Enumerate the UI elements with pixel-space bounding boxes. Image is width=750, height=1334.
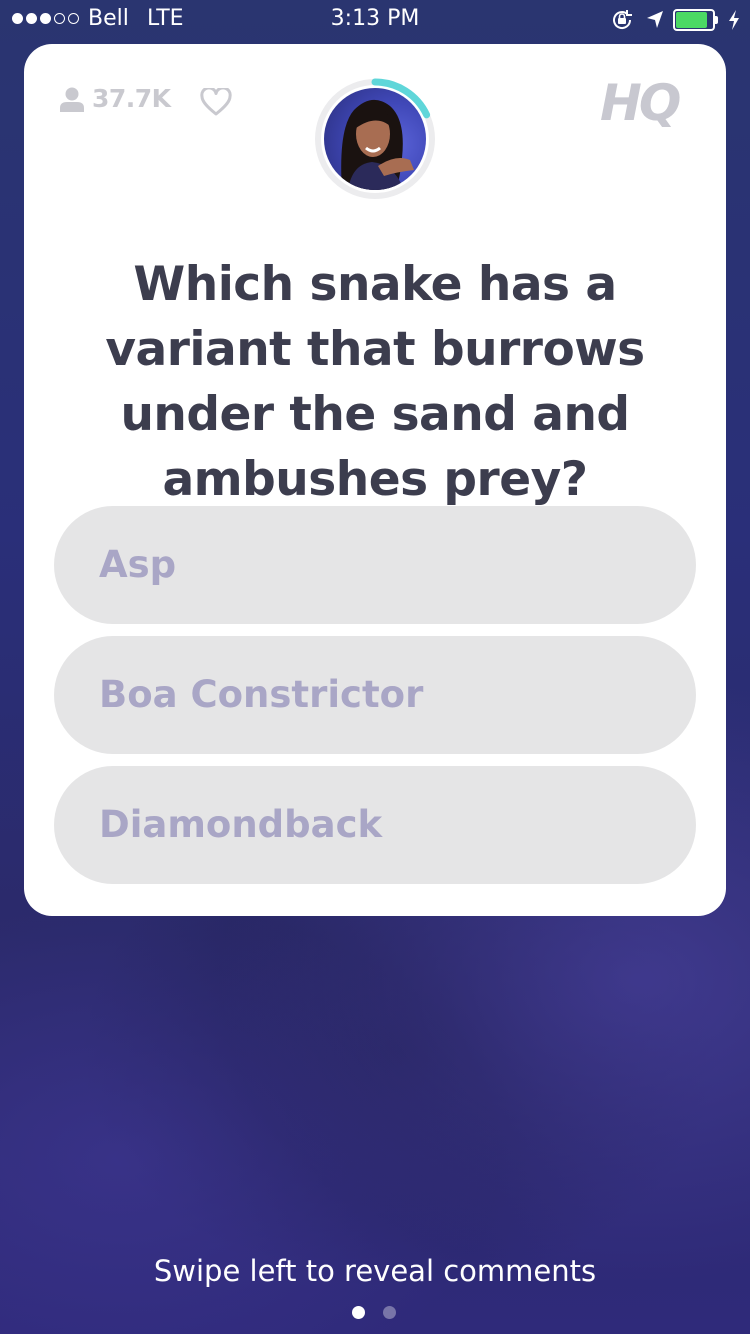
viewer-count-badge: 37.7K bbox=[60, 84, 171, 113]
status-time: 3:13 PM bbox=[330, 6, 420, 31]
person-icon bbox=[60, 87, 84, 112]
location-arrow-icon bbox=[647, 11, 663, 28]
question-card: 37.7K HQ Which snake has a variant that … bbox=[24, 44, 726, 916]
hq-logo: HQ bbox=[600, 74, 681, 132]
battery-icon bbox=[673, 9, 719, 31]
rotation-lock-icon bbox=[613, 10, 632, 29]
answer-label: Asp bbox=[99, 543, 177, 586]
answer-label: Boa Constrictor bbox=[99, 673, 424, 716]
page-dot[interactable] bbox=[383, 1306, 396, 1319]
swipe-hint-text: Swipe left to reveal comments bbox=[153, 1254, 597, 1288]
page-dot[interactable] bbox=[352, 1306, 365, 1319]
heart-icon[interactable] bbox=[200, 88, 232, 116]
question-text: Which snake has a variant that burrows u… bbox=[105, 257, 645, 507]
answer-option-3[interactable]: Diamondback bbox=[54, 766, 696, 884]
charging-bolt-icon bbox=[729, 10, 739, 30]
answer-option-1[interactable]: Asp bbox=[54, 506, 696, 624]
page-indicator[interactable] bbox=[352, 1306, 396, 1319]
status-bar: Bell LTE 3:13 PM bbox=[0, 0, 750, 40]
host-video bbox=[324, 88, 426, 190]
host-avatar bbox=[314, 78, 436, 200]
answer-option-2[interactable]: Boa Constrictor bbox=[54, 636, 696, 754]
answer-label: Diamondback bbox=[99, 803, 383, 846]
battery-level-fill bbox=[676, 12, 707, 28]
viewer-count: 37.7K bbox=[92, 84, 171, 113]
